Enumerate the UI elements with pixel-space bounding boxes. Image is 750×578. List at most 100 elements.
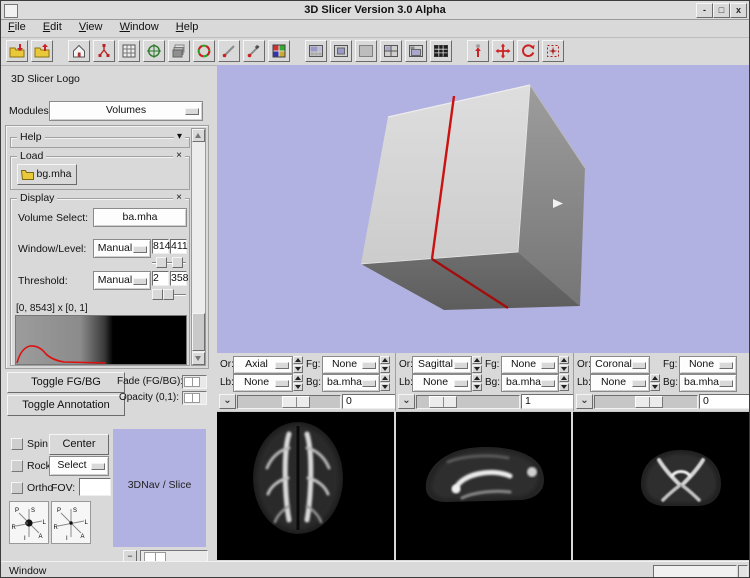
labelmap-dropdown[interactable]: None	[412, 374, 472, 392]
toggle-fgbg-button[interactable]: Toggle FG/BG	[7, 372, 125, 393]
slice-visibility-button[interactable]: ⌄	[398, 394, 415, 409]
help-frame-title[interactable]: Help	[17, 131, 45, 143]
minimize-button[interactable]: -	[696, 3, 713, 18]
spin-checkbox[interactable]	[11, 438, 23, 450]
slice-offset-slider[interactable]	[594, 395, 698, 409]
viewport-3d[interactable]	[217, 65, 750, 353]
display-frame-title[interactable]: Display	[17, 192, 57, 204]
foreground-dropdown[interactable]: None	[501, 356, 559, 374]
layout-one-slice-icon[interactable]	[355, 40, 377, 62]
orientation-dropdown[interactable]: Coronal	[590, 356, 650, 374]
fov-input[interactable]	[79, 478, 111, 496]
background-dropdown[interactable]: ba.mha	[322, 374, 380, 392]
load-file-button[interactable]: bg.mha	[17, 164, 77, 185]
slice-offset-slider[interactable]	[416, 395, 520, 409]
layout-tabbed-icon[interactable]	[405, 40, 427, 62]
slice-offset-slider[interactable]	[237, 395, 341, 409]
bg-spinner[interactable]	[380, 374, 390, 391]
orientation-dropdown[interactable]: Sagittal	[412, 356, 472, 374]
save-scene-icon[interactable]	[31, 40, 53, 62]
load-scene-icon[interactable]	[6, 40, 28, 62]
menu-file[interactable]: File	[1, 19, 33, 35]
background-dropdown[interactable]: ba.mha	[501, 374, 559, 392]
fg-spinner[interactable]	[559, 356, 569, 373]
slice-visibility-button[interactable]: ⌄	[576, 394, 593, 409]
measure-line-icon[interactable]	[218, 40, 240, 62]
transforms-icon[interactable]	[193, 40, 215, 62]
threshold-high-field[interactable]: 358	[170, 271, 187, 286]
scroll-down-icon[interactable]	[192, 352, 205, 365]
rotate-view-icon[interactable]	[517, 40, 539, 62]
layout-3d-only-icon[interactable]	[330, 40, 352, 62]
lb-spinner[interactable]	[293, 374, 303, 391]
slice-visibility-button[interactable]: ⌄	[219, 394, 236, 409]
module-panel-scrollbar[interactable]	[191, 128, 206, 366]
slice-offset-field[interactable]: 0	[699, 394, 750, 409]
threshold-range-slider[interactable]	[152, 289, 186, 300]
nav-preview-box[interactable]: 3DNav / Slice	[113, 429, 206, 547]
help-frame-arrow-icon[interactable]: ▾	[174, 131, 185, 143]
axis-widget-slice[interactable]: PS LR IA	[51, 501, 91, 544]
fg-opacity-spinner[interactable]	[472, 356, 482, 373]
scrollbar-thumb[interactable]	[192, 313, 205, 351]
rock-select-dropdown[interactable]: Select	[49, 456, 109, 476]
bg-spinner[interactable]	[559, 374, 569, 391]
center-view-icon[interactable]	[542, 40, 564, 62]
volume-select-dropdown[interactable]: ba.mha	[93, 208, 187, 227]
close-button[interactable]: x	[730, 3, 747, 18]
slice-view-sagittal[interactable]	[396, 411, 571, 560]
slice-offset-field[interactable]: 0	[342, 394, 397, 409]
lb-spinner[interactable]	[472, 374, 482, 391]
measure-angle-icon[interactable]	[243, 40, 265, 62]
threshold-low-field[interactable]: 2	[152, 271, 169, 286]
layers-icon[interactable]	[168, 40, 190, 62]
slice-view-coronal[interactable]	[573, 411, 750, 560]
window-level-range-slider[interactable]	[152, 257, 186, 268]
labelmap-dropdown[interactable]: None	[590, 374, 650, 392]
display-frame-close-icon[interactable]: ×	[173, 192, 185, 204]
window-level-mode-dropdown[interactable]: Manual	[93, 239, 151, 258]
menu-view[interactable]: View	[72, 19, 110, 35]
modules-dropdown[interactable]: Volumes	[49, 101, 203, 121]
layout-lightbox-icon[interactable]	[430, 40, 452, 62]
menu-window[interactable]: Window	[113, 19, 166, 35]
center-button[interactable]: Center	[49, 434, 109, 455]
resize-grip[interactable]	[738, 565, 748, 578]
dropdown-dash-icon	[632, 380, 646, 387]
layout-four-up-icon[interactable]	[380, 40, 402, 62]
background-dropdown[interactable]: ba.mha	[679, 374, 737, 392]
level-value-field[interactable]: 411	[170, 239, 187, 254]
opacity-slider[interactable]	[182, 391, 207, 405]
foreground-dropdown[interactable]: None	[679, 356, 737, 374]
home-icon[interactable]	[68, 40, 90, 62]
menu-help[interactable]: Help	[169, 19, 206, 35]
slice-offset-field[interactable]: 1	[521, 394, 576, 409]
rock-checkbox[interactable]	[11, 460, 23, 472]
slices-grid-icon[interactable]	[118, 40, 140, 62]
crosshair-icon[interactable]	[143, 40, 165, 62]
scroll-up-icon[interactable]	[192, 129, 205, 142]
foreground-dropdown[interactable]: None	[322, 356, 380, 374]
ortho-checkbox[interactable]	[11, 482, 23, 494]
load-frame-title[interactable]: Load	[17, 150, 46, 162]
labelmap-dropdown[interactable]: None	[233, 374, 293, 392]
display-frame: Display × Volume Select: ba.mha Window/L…	[10, 198, 190, 366]
axis-widget-3d[interactable]: PS LR IA	[9, 501, 49, 544]
fg-spinner[interactable]	[380, 356, 390, 373]
toggle-annotation-button[interactable]: Toggle Annotation	[7, 395, 125, 416]
modules-tree-icon[interactable]	[93, 40, 115, 62]
fade-slider[interactable]	[182, 375, 207, 389]
pan-view-icon[interactable]	[492, 40, 514, 62]
menu-edit[interactable]: Edit	[36, 19, 69, 35]
lb-spinner[interactable]	[650, 374, 660, 391]
threshold-mode-dropdown[interactable]: Manual	[93, 271, 151, 290]
slice-view-axial[interactable]	[217, 411, 394, 560]
fit-to-window-icon[interactable]	[467, 40, 489, 62]
fg-opacity-spinner[interactable]	[293, 356, 303, 373]
window-value-field[interactable]: 814	[152, 239, 169, 254]
orientation-dropdown[interactable]: Axial	[233, 356, 293, 374]
maximize-button[interactable]: □	[713, 3, 730, 18]
layout-conventional-icon[interactable]	[305, 40, 327, 62]
load-frame-close-icon[interactable]: ×	[173, 150, 185, 162]
mosaic-icon[interactable]	[268, 40, 290, 62]
